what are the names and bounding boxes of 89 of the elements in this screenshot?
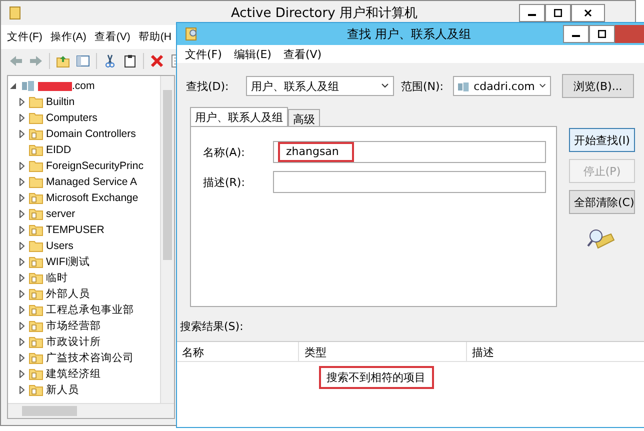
folder-icon: [29, 272, 43, 284]
caret-icon: [381, 83, 389, 89]
domain-icon: [458, 80, 470, 92]
folder-icon: [29, 320, 43, 332]
close-button[interactable]: [571, 4, 605, 22]
tree-item[interactable]: ForeignSecurityPrinc: [10, 158, 160, 174]
dialog-button[interactable]: 全部清除(C): [569, 190, 635, 214]
tree-item[interactable]: Managed Service A: [10, 174, 160, 190]
menu-item[interactable]: 查看(V): [283, 46, 322, 62]
magnifier-icon: [587, 228, 615, 250]
tree-item[interactable]: 建筑经济组: [10, 366, 160, 382]
caret-icon: [538, 83, 546, 89]
dialog-title: 查找 用户、联系人及组: [347, 26, 471, 42]
window-title: Active Directory 用户和计算机: [231, 5, 418, 22]
folder-icon: [29, 256, 43, 268]
tree-item[interactable]: Domain Controllers: [10, 126, 160, 142]
tree-item[interactable]: 临时: [10, 270, 160, 286]
cut-icon[interactable]: [103, 54, 117, 68]
folder-icon: [29, 192, 43, 204]
menu-item[interactable]: 编辑(E): [234, 46, 272, 62]
tree-item[interactable]: 工程总承包事业部: [10, 302, 160, 318]
column-header[interactable]: 名称: [177, 342, 300, 361]
tab[interactable]: 高级: [288, 109, 320, 126]
empty-message: 搜索不到相符的项目: [318, 366, 434, 389]
folder-icon: [29, 144, 43, 156]
tree-item[interactable]: 新人员: [10, 382, 160, 398]
tab[interactable]: 用户、联系人及组: [190, 107, 288, 126]
scope-dropdown[interactable]: cdadri.com: [453, 76, 551, 96]
folder-up-icon[interactable]: [56, 54, 70, 68]
maximize-button[interactable]: [545, 4, 571, 22]
delete-icon[interactable]: [150, 54, 164, 68]
results-label: 搜索结果(S):: [179, 319, 244, 334]
find-label: 查找(D):: [186, 78, 230, 94]
horizontal-scrollbar[interactable]: [8, 403, 174, 418]
tree-item[interactable]: EIDD: [10, 142, 160, 158]
field-label: 名称(A):: [203, 144, 246, 160]
menu-item[interactable]: 文件(F): [7, 30, 42, 44]
tree-item[interactable]: 广益技术咨询公司: [10, 350, 160, 366]
tree-item[interactable]: Computers: [10, 110, 160, 126]
maximize-icon: [554, 9, 562, 17]
folder-icon: [29, 208, 43, 220]
find-app-icon: [185, 27, 197, 41]
collapse-arrow-icon[interactable]: [10, 82, 18, 90]
menu-item[interactable]: 操作(A): [50, 30, 86, 44]
maximize-icon: [598, 30, 606, 38]
dialog-button[interactable]: 开始查找(I): [569, 128, 635, 152]
folder-icon: [29, 160, 43, 172]
column-header[interactable]: 描述: [466, 342, 644, 361]
maximize-button[interactable]: [589, 25, 615, 43]
text-field[interactable]: zhangsan: [273, 141, 546, 163]
folder-icon: [29, 368, 43, 380]
folder-icon: [29, 176, 43, 188]
clipboard-icon[interactable]: [123, 54, 137, 68]
folder-icon: [29, 304, 43, 316]
console-tree-icon[interactable]: [76, 54, 90, 68]
field-label: 描述(R):: [203, 174, 246, 190]
minimize-button[interactable]: [563, 25, 589, 43]
scope-label: 范围(N):: [401, 78, 445, 94]
tree-item[interactable]: TEMPUSER: [10, 222, 160, 238]
menu-item[interactable]: 文件(F): [185, 46, 222, 62]
close-icon: [584, 9, 592, 17]
tree-item[interactable]: 市场经营部: [10, 318, 160, 334]
folder-icon: [29, 96, 43, 108]
menu-item[interactable]: 帮助(H: [138, 30, 172, 44]
browse-button[interactable]: 浏览(B)...: [562, 74, 634, 98]
tree-item[interactable]: Builtin: [10, 94, 160, 110]
domain-icon: [21, 80, 35, 92]
menu-item[interactable]: 查看(V): [94, 30, 130, 44]
tree-item[interactable]: server: [10, 206, 160, 222]
folder-icon: [29, 288, 43, 300]
app-icon: [9, 6, 21, 20]
folder-icon: [29, 352, 43, 364]
tree-item[interactable]: Microsoft Exchange: [10, 190, 160, 206]
folder-icon: [29, 240, 43, 252]
column-header[interactable]: 类型: [299, 342, 467, 361]
tree-item[interactable]: WIFI测试: [10, 254, 160, 270]
tree-item[interactable]: 市政设计所: [10, 334, 160, 350]
tree-item[interactable]: Users: [10, 238, 160, 254]
folder-icon: [29, 112, 43, 124]
tree-item[interactable]: 外部人员: [10, 286, 160, 302]
folder-icon: [29, 128, 43, 140]
minimize-button[interactable]: [519, 4, 545, 22]
find-dropdown[interactable]: 用户、联系人及组: [246, 76, 394, 96]
folder-icon: [29, 336, 43, 348]
vertical-scrollbar[interactable]: [160, 76, 174, 403]
tree-item[interactable]: .com: [10, 78, 160, 94]
folder-icon: [29, 384, 43, 396]
text-field[interactable]: [273, 171, 546, 193]
folder-icon: [29, 224, 43, 236]
